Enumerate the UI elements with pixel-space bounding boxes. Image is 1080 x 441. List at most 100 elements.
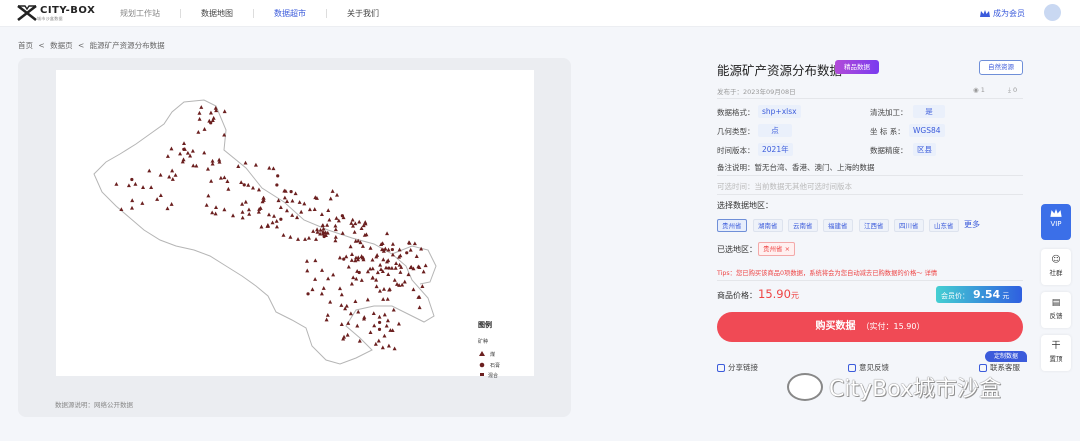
mineral-marker [243,160,248,165]
mineral-marker [114,181,119,186]
mineral-marker [130,177,134,182]
member-price-label: 会员价： [941,292,969,300]
mineral-marker [204,202,209,207]
mineral-marker [382,333,387,338]
mineral-marker [217,157,222,162]
mineral-marker [240,215,245,220]
breadcrumb-data-page[interactable]: 数据页 [50,41,73,50]
mineral-marker [397,262,402,267]
mineral-marker [256,187,261,192]
mineral-marker [322,234,326,239]
mineral-marker [381,286,386,291]
optional-time-note: 可选时间：当前数据无其他可选时间版本 [717,182,852,191]
side-top-button[interactable]: 干置顶 [1041,335,1071,371]
mineral-marker [285,199,290,203]
crown-icon [1050,209,1062,217]
mineral-marker [370,257,375,262]
legend-gypsum-marker [479,362,485,368]
mineral-marker [397,247,402,252]
avatar[interactable] [1044,4,1061,21]
side-community-button[interactable]: ☺ 社群 [1041,249,1071,285]
logo[interactable]: CITY-BOX 城市沙盒数据 [17,4,95,22]
province-map: 图例 矿种 煤 石膏 [93,99,500,377]
buy-button[interactable]: 购买数据 （实付：15.90） [717,312,1023,342]
mineral-marker [386,272,391,277]
mineral-marker [328,196,333,201]
mineral-marker [384,323,389,328]
field-cleaned-label: 清洗加工： [870,108,908,117]
mineral-marker [266,212,271,217]
side-vip-button[interactable]: VIP [1041,204,1071,240]
mineral-marker [222,175,227,180]
mineral-marker [141,185,146,189]
mineral-marker [363,220,368,224]
selected-region-label: 已选地区： [717,245,757,254]
mineral-marker [386,247,391,252]
member-price-box: 会员价： 9.54 元 [936,286,1022,303]
breadcrumb-home[interactable]: 首页 [18,41,33,50]
field-precision-value: 区县 [913,143,936,156]
mineral-marker [304,258,309,263]
logo-subtitle: 城市沙盒数据 [37,15,63,21]
legend-mixed-label: 混合 [488,373,499,379]
mineral-marker [349,281,354,286]
mineral-marker [197,116,202,121]
region-chip-shandong[interactable]: 山东省 [929,219,959,232]
views-value: 1 [980,86,985,94]
mineral-marker [318,227,323,232]
main-nav: 规划工作站 数据地图 数据超市 关于我们 [100,0,399,27]
mineral-marker [389,265,394,270]
mineral-marker [222,207,227,212]
selected-region-chip[interactable]: 贵州省 × [758,242,796,256]
more-regions-link[interactable]: 更多 [964,219,980,230]
region-chip-fujian[interactable]: 福建省 [823,219,853,232]
legend-coal-marker [479,351,485,356]
nav-data-market[interactable]: 数据超市 [254,9,327,18]
region-chip-yunnan[interactable]: 云南省 [788,219,818,232]
mineral-marker [333,223,338,228]
price-amount: 15.90 [758,287,791,301]
mineral-marker [158,193,163,198]
mineral-marker [381,257,386,262]
nav-data-map[interactable]: 数据地图 [181,9,254,18]
mineral-marker [190,148,195,153]
mineral-marker [392,277,397,282]
mineral-marker [147,168,152,173]
mineral-marker [377,320,382,325]
mineral-marker [346,321,351,325]
mineral-marker [240,209,245,214]
nav-planning-workstation[interactable]: 规划工作站 [100,9,181,18]
mineral-marker [362,315,367,319]
mineral-marker [196,129,201,134]
region-chip-jiangxi[interactable]: 江西省 [859,219,889,232]
mineral-marker [334,216,339,220]
mineral-marker [390,241,395,246]
mineral-marker [327,217,332,222]
mineral-marker [130,205,135,210]
nav-about-us[interactable]: 关于我们 [327,9,399,18]
mineral-marker [173,172,178,177]
mineral-marker [374,284,379,289]
mineral-marker [386,343,391,348]
mineral-marker [374,277,379,282]
field-geometry-value: 点 [758,124,792,137]
custom-data-tag[interactable]: 定制数据 [985,351,1027,362]
mineral-marker [278,205,283,210]
mineral-marker [165,206,170,211]
region-chip-sichuan[interactable]: 四川省 [894,219,924,232]
mineral-marker [421,269,426,274]
natural-resources-button[interactable]: 自然资源 [979,60,1023,75]
region-chip-guizhou[interactable]: 贵州省 [717,219,747,232]
mineral-marker [202,127,207,131]
share-link-button[interactable]: 分享链接 [717,362,758,373]
mineral-marker [202,150,207,155]
mineral-marker [365,297,370,302]
become-member-link[interactable]: 成为会员 [980,8,1025,19]
region-chip-hunan[interactable]: 湖南省 [753,219,783,232]
mineral-marker [417,305,422,310]
mineral-marker [279,217,283,221]
mineral-marker [420,284,425,288]
link-icon [717,363,725,372]
side-feedback-button[interactable]: ▤ 反馈 [1041,292,1071,328]
mineral-marker [349,221,354,225]
